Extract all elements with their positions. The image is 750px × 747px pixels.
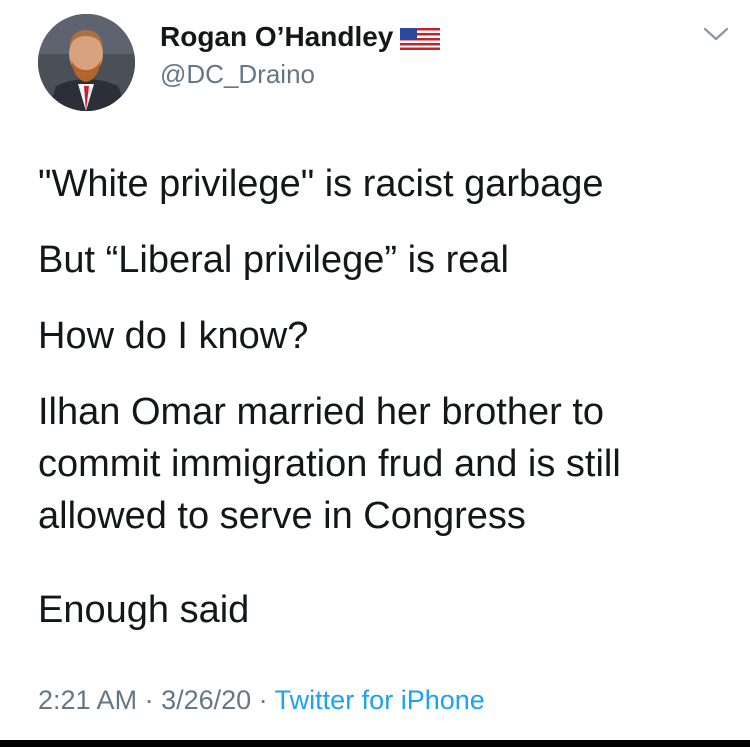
tweet-meta: 2:21 AM · 3/26/20 · Twitter for iPhone: [38, 683, 485, 717]
tweet-line: Ilhan Omar married her brother to: [38, 391, 605, 433]
chevron-down-icon[interactable]: [702, 24, 730, 44]
tweet-paragraph: Enough said: [38, 589, 250, 631]
tweet-paragraph: But “Liberal privilege” is real: [38, 239, 509, 281]
author-display-name[interactable]: Rogan O’Handley: [160, 20, 393, 54]
meta-separator: ·: [251, 685, 275, 715]
avatar[interactable]: [38, 14, 135, 111]
tweet-source-link[interactable]: Twitter for iPhone: [275, 685, 485, 715]
tweet-date[interactable]: 3/26/20: [161, 685, 251, 715]
bottom-border: [0, 740, 750, 747]
tweet-time[interactable]: 2:21 AM: [38, 685, 137, 715]
tweet-paragraph: How do I know?: [38, 315, 309, 357]
tweet-paragraph: "White privilege" is racist garbage: [38, 163, 604, 205]
author-handle[interactable]: @DC_Draino: [160, 58, 315, 90]
tweet-paragraph: Ilhan Omar married her brother to commit…: [38, 386, 621, 542]
tweet-card: Rogan O’Handley @DC_Draino "White privil…: [0, 0, 750, 740]
tweet-line: commit immigration frud and is still: [38, 443, 621, 485]
us-flag-icon: [400, 28, 440, 50]
meta-separator: ·: [137, 685, 162, 715]
profile-photo: [38, 14, 135, 111]
tweet-line: allowed to serve in Congress: [38, 495, 526, 537]
